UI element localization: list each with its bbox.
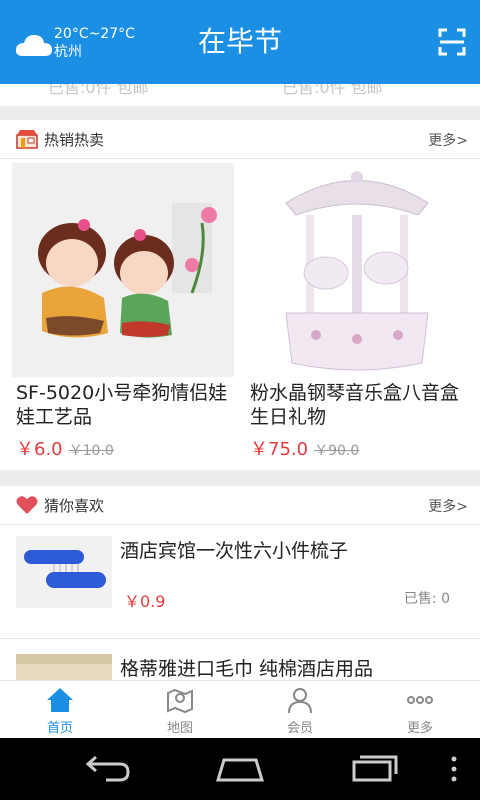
product-name: 粉水晶钢琴音乐盒八音盒生日礼物 <box>250 382 460 428</box>
divider <box>0 638 480 639</box>
app-header: 20°C~27°C 杭州 在毕节 <box>0 0 480 84</box>
hot-sales-more-link[interactable]: 更多> <box>428 130 468 150</box>
recent-apps-icon[interactable] <box>344 752 404 786</box>
item-sold-count: 已售: 0 <box>403 591 450 607</box>
tab-label: 会员 <box>286 721 313 736</box>
shop-icon <box>16 130 38 149</box>
user-icon <box>288 688 312 714</box>
tab-label: 更多 <box>406 721 433 736</box>
product-price: ￥6.0 <box>16 439 63 460</box>
hot-sales-section: 热销热卖 更多> SF-5020小号牵狗情侣娃娃工艺品 ￥6.0 ￥10.0 粉… <box>0 120 480 470</box>
item-image-towel <box>16 654 112 680</box>
previous-section-peek: 已售:0件 包邮 已售:0件 包邮 <box>0 84 480 106</box>
product-name: SF-5020小号牵狗情侣娃娃工艺品 <box>16 382 228 428</box>
product-card-2[interactable]: 粉水晶钢琴音乐盒八音盒生日礼物 ￥75.0 ￥90.0 <box>246 163 472 481</box>
more-icon <box>407 696 433 704</box>
home-icon <box>47 688 73 712</box>
hot-sales-title: 热销热卖 <box>44 131 105 149</box>
guess-header: 猜你喜欢 更多> <box>0 486 480 524</box>
list-item[interactable]: 格蒂雅进口毛巾 纯棉酒店用品 <box>0 644 480 680</box>
guess-title: 猜你喜欢 <box>44 497 105 515</box>
tab-home[interactable]: 首页 <box>0 681 120 739</box>
product-price-line: ￥6.0 ￥10.0 <box>16 435 114 461</box>
peek-text-left: 已售:0件 包邮 <box>48 84 149 97</box>
item-price: ￥0.9 <box>124 592 166 611</box>
product-image-dolls <box>12 163 234 377</box>
product-price-line: ￥75.0 ￥90.0 <box>250 435 359 461</box>
page-title: 在毕节 <box>197 25 282 58</box>
tab-more[interactable]: 更多 <box>360 681 480 739</box>
home-button-icon[interactable] <box>210 752 270 786</box>
tab-label: 首页 <box>46 721 73 736</box>
tab-member[interactable]: 会员 <box>240 681 360 739</box>
hot-sales-header: 热销热卖 更多> <box>0 120 480 158</box>
list-item[interactable]: 酒店宾馆一次性六小件梳子 ￥0.9 已售: 0 <box>0 526 480 622</box>
map-icon <box>167 688 193 714</box>
menu-icon[interactable] <box>430 752 470 786</box>
divider <box>0 524 480 525</box>
item-name: 酒店宾馆一次性六小件梳子 <box>120 540 349 562</box>
divider <box>0 158 480 159</box>
peek-text-right: 已售:0件 包邮 <box>282 84 383 97</box>
scan-icon[interactable] <box>438 28 466 56</box>
bottom-tab-bar: 首页 地图 会员 更多 <box>0 680 480 739</box>
system-navigation-bar <box>0 738 480 800</box>
tab-label: 地图 <box>166 721 193 736</box>
product-original-price: ￥90.0 <box>314 443 360 459</box>
item-name: 格蒂雅进口毛巾 纯棉酒店用品 <box>120 658 374 680</box>
guess-you-like-section: 猜你喜欢 更多> 酒店宾馆一次性六小件梳子 ￥0.9 已售: 0 格蒂雅进口毛巾… <box>0 486 480 680</box>
item-image-comb <box>16 536 112 608</box>
heart-icon <box>16 496 38 514</box>
tab-map[interactable]: 地图 <box>120 681 240 739</box>
product-original-price: ￥10.0 <box>68 443 114 459</box>
product-card-1[interactable]: SF-5020小号牵狗情侣娃娃工艺品 ￥6.0 ￥10.0 <box>12 163 238 481</box>
guess-more-link[interactable]: 更多> <box>428 496 468 516</box>
back-icon[interactable] <box>76 752 136 786</box>
product-image-music-box <box>246 163 468 377</box>
product-price: ￥75.0 <box>250 439 309 460</box>
